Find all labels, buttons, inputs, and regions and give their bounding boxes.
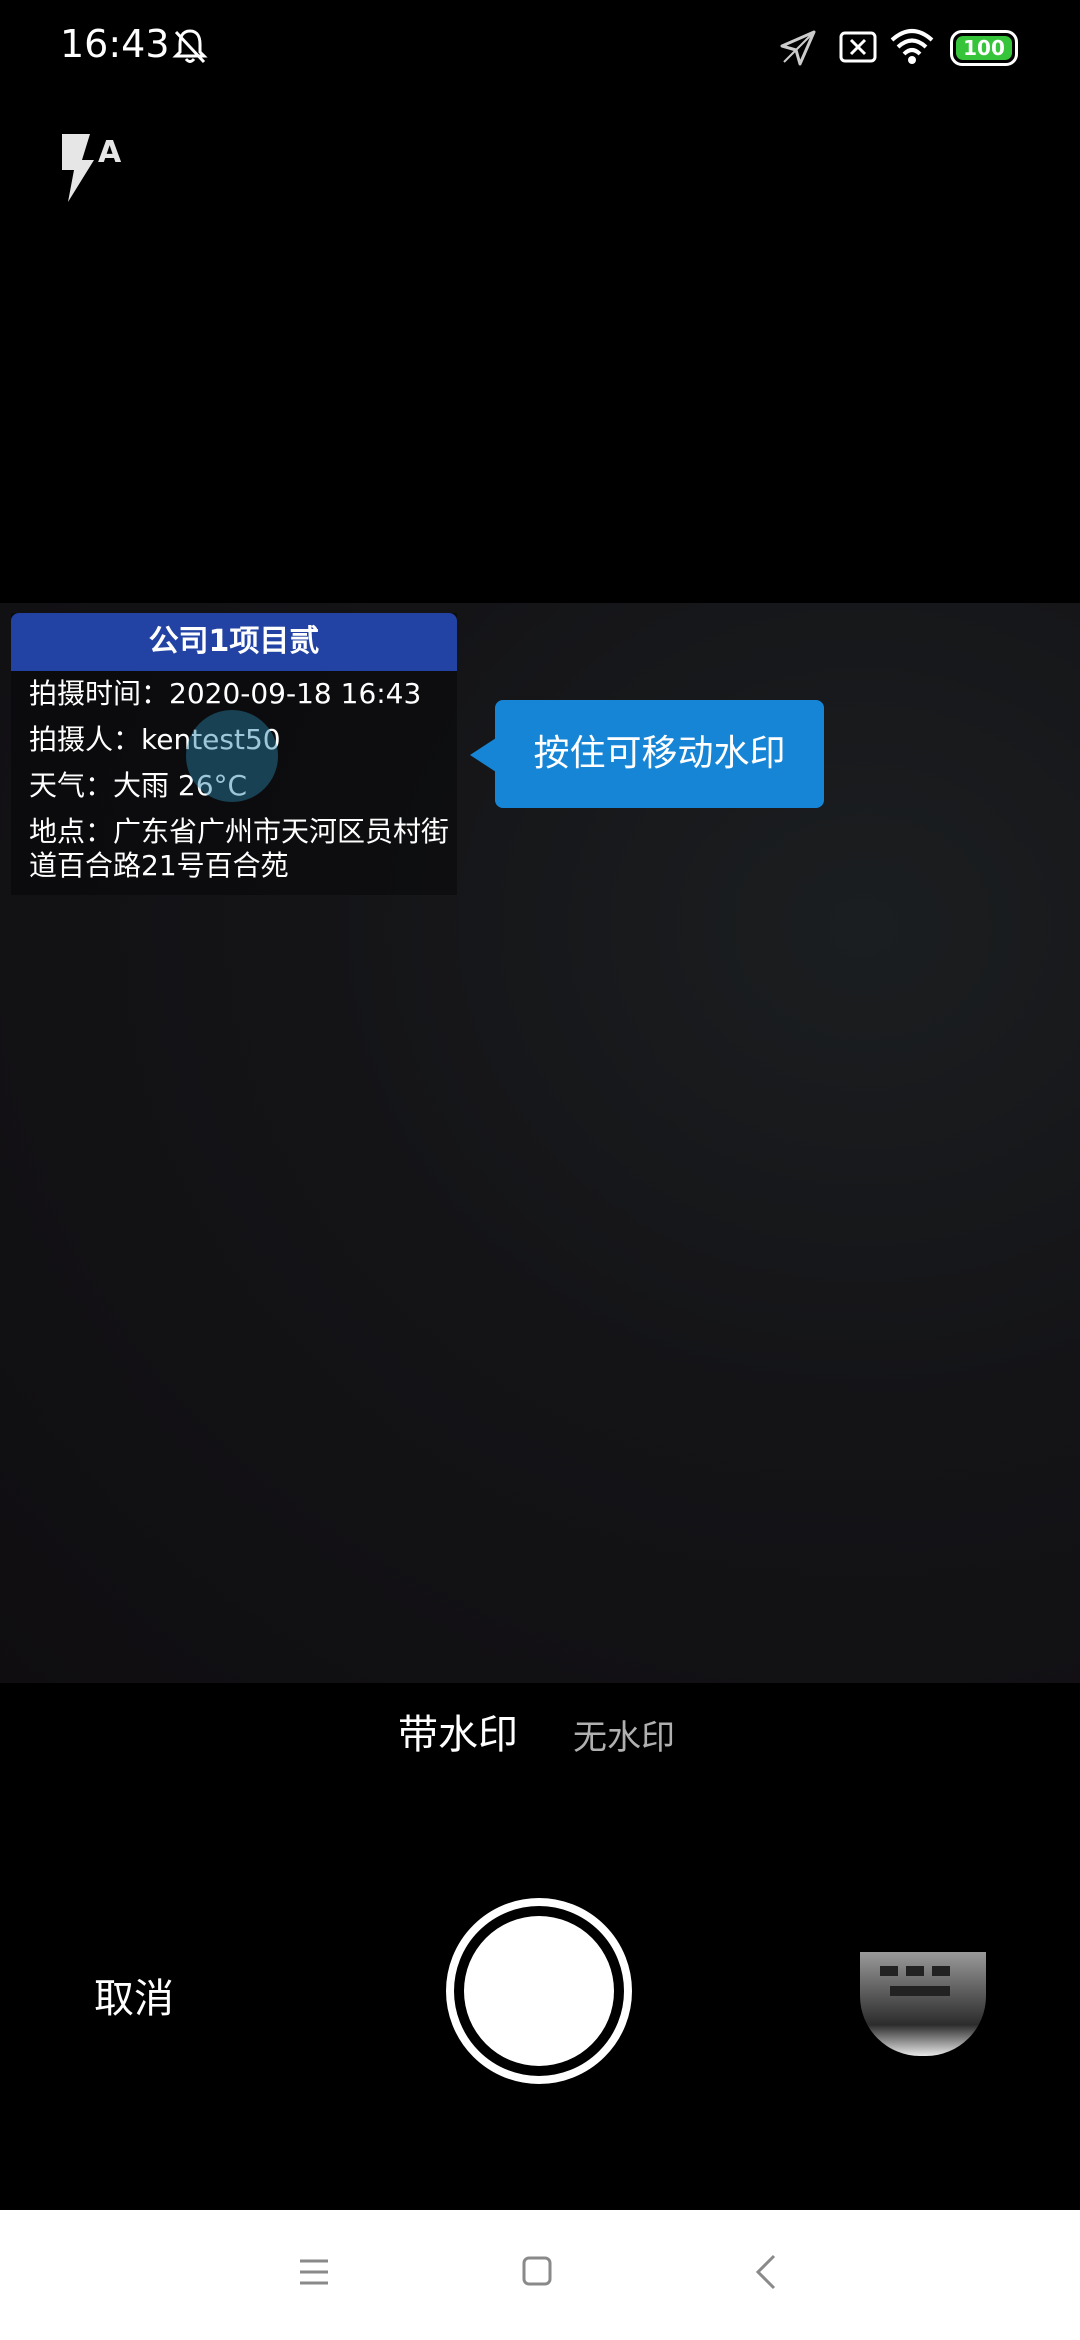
cancel-button[interactable]: 取消 <box>94 1966 174 2024</box>
touch-indicator <box>186 710 278 802</box>
thumbnail-detail <box>880 1966 898 1976</box>
thumbnail-detail <box>906 1966 924 1976</box>
wifi-icon <box>890 29 934 64</box>
flash-auto-icon[interactable]: A <box>60 132 126 204</box>
navigation-bar <box>0 2210 1080 2340</box>
gallery-thumbnail[interactable] <box>860 1952 986 2056</box>
bell-muted-icon <box>172 29 208 64</box>
mode-without-watermark[interactable]: 无水印 <box>573 1710 675 1759</box>
status-time: 16:43 <box>60 22 170 66</box>
thumbnail-detail <box>932 1966 950 1976</box>
location-arrow-icon <box>780 30 816 66</box>
flash-mode-letter: A <box>98 135 122 170</box>
back-icon[interactable] <box>754 2253 778 2291</box>
shutter-inner <box>464 1916 614 2066</box>
sim-x-icon <box>839 31 877 63</box>
thumbnail-detail <box>890 1986 950 1996</box>
menu-icon[interactable] <box>298 2257 330 2287</box>
shutter-button[interactable] <box>446 1898 632 2084</box>
battery-level: 100 <box>956 36 1012 60</box>
watermark-address: 地点：广东省广州市天河区员村街道百合路21号百合苑 <box>29 815 450 882</box>
watermark-title: 公司1项目贰 <box>11 613 457 671</box>
mode-with-watermark[interactable]: 带水印 <box>398 1702 518 1760</box>
tooltip-arrow <box>470 738 496 772</box>
move-watermark-tooltip: 按住可移动水印 <box>495 700 824 808</box>
home-icon[interactable] <box>521 2255 553 2287</box>
battery-icon: 100 <box>950 30 1018 66</box>
status-bar: 16:43 100 <box>0 0 1080 96</box>
camera-screen: 16:43 100 A 公司1项目贰 拍摄时间：2020-09-18 16:43… <box>0 0 1080 2340</box>
